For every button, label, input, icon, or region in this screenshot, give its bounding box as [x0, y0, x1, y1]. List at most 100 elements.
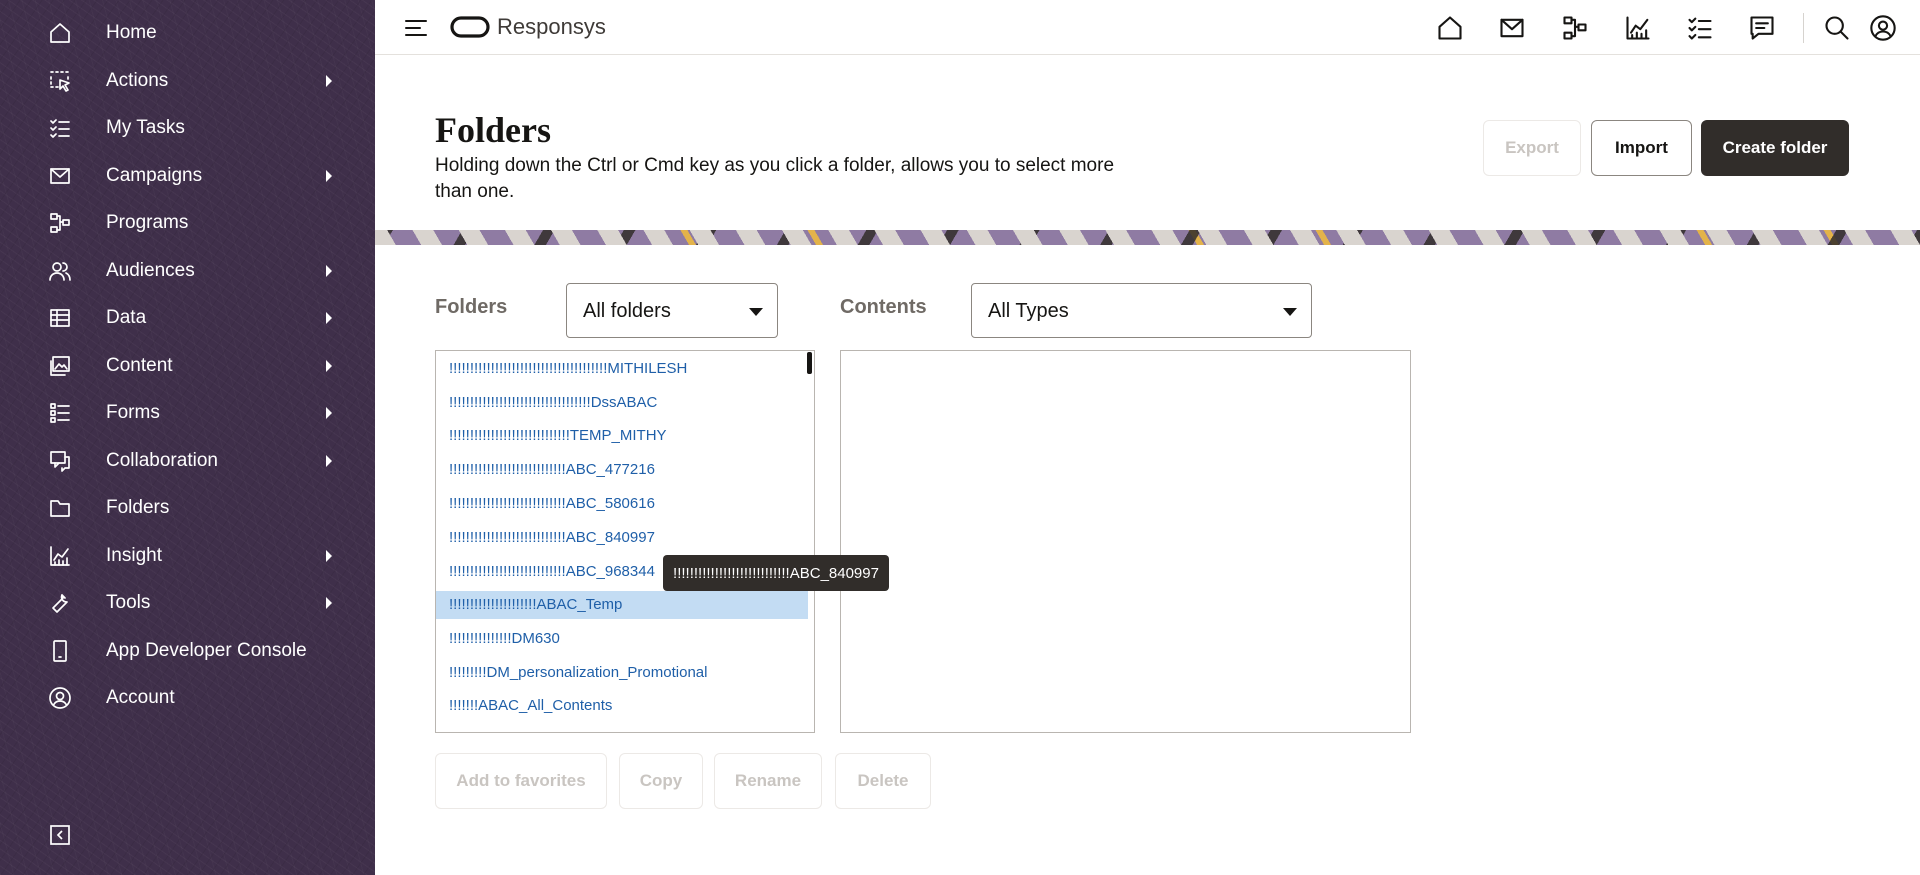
- submenu-arrow-icon: [326, 265, 332, 277]
- hamburger-menu-icon[interactable]: [403, 15, 429, 41]
- sidebar-item-label: Forms: [106, 402, 160, 423]
- mobile-device-icon: [46, 637, 74, 665]
- sidebar-item-label: Account: [106, 687, 175, 708]
- folder-list-item[interactable]: !!!!!!!ABAC_All_Contents: [436, 692, 808, 720]
- folder-icon: [46, 494, 74, 522]
- tasks-icon: [46, 114, 74, 142]
- sidebar-item-app-developer-console[interactable]: App Developer Console: [0, 628, 375, 674]
- folder-tooltip: !!!!!!!!!!!!!!!!!!!!!!!!!!!!ABC_840997: [663, 555, 889, 591]
- home-icon[interactable]: [1435, 13, 1465, 43]
- sidebar-item-label: Audiences: [106, 260, 195, 281]
- top-header: Responsys: [375, 0, 1920, 55]
- copy-button[interactable]: Copy: [619, 753, 703, 809]
- sidebar-item-collaboration[interactable]: Collaboration: [0, 438, 375, 484]
- folders-filter-select[interactable]: All folders: [566, 283, 778, 338]
- sidebar-item-label: My Tasks: [106, 117, 185, 138]
- user-profile-icon[interactable]: [1868, 13, 1898, 43]
- sidebar-item-label: Data: [106, 307, 147, 328]
- folder-list-item-selected[interactable]: !!!!!!!!!!!!!!!!!!!!!ABAC_Temp: [436, 591, 808, 619]
- import-button[interactable]: Import: [1591, 120, 1692, 176]
- sidebar-item-label: Folders: [106, 497, 170, 518]
- folders-list[interactable]: !!!!!!!!!!!!!!!!!!!!!!!!!!!!!!!!!!!!!!MI…: [435, 350, 815, 733]
- contents-type-value: All Types: [988, 300, 1069, 322]
- mail-icon: [46, 162, 74, 190]
- sidebar-item-my-tasks[interactable]: My Tasks: [0, 105, 375, 151]
- collaboration-icon: [46, 447, 74, 475]
- rename-button[interactable]: Rename: [714, 753, 822, 809]
- sidebar-item-campaigns[interactable]: Campaigns: [0, 153, 375, 199]
- export-button[interactable]: Export: [1483, 120, 1581, 176]
- submenu-arrow-icon: [326, 170, 332, 182]
- folders-list-scrollbar[interactable]: [807, 352, 812, 374]
- sidebar-item-programs[interactable]: Programs: [0, 200, 375, 246]
- folder-list-item[interactable]: !!!!!!!!!!!!!!!!!!!!!!!!!!!!ABC_840997: [436, 524, 808, 552]
- sidebar-item-folders[interactable]: Folders: [0, 485, 375, 531]
- collapse-sidebar-icon[interactable]: [48, 823, 72, 847]
- submenu-arrow-icon: [326, 455, 332, 467]
- delete-button[interactable]: Delete: [835, 753, 931, 809]
- submenu-arrow-icon: [326, 312, 332, 324]
- insight-chart-icon[interactable]: [1623, 13, 1653, 43]
- sidebar-item-label: Campaigns: [106, 165, 203, 186]
- caret-down-icon: [1283, 308, 1297, 316]
- folders-filter-label: Folders: [435, 296, 508, 318]
- chat-icon[interactable]: [1747, 13, 1777, 43]
- sidebar-item-forms[interactable]: Forms: [0, 390, 375, 436]
- contents-type-select[interactable]: All Types: [971, 283, 1312, 338]
- folder-list-item[interactable]: !!!!!!!!!!!!!!!DM630: [436, 625, 808, 653]
- sidebar-item-label: App Developer Console: [106, 640, 307, 661]
- sidebar-item-actions[interactable]: Actions: [0, 58, 375, 104]
- search-icon[interactable]: [1822, 13, 1852, 43]
- programs-icon: [46, 209, 74, 237]
- submenu-arrow-icon: [326, 550, 332, 562]
- actions-icon: [46, 67, 74, 95]
- sidebar-item-home[interactable]: Home: [0, 10, 375, 56]
- submenu-arrow-icon: [326, 597, 332, 609]
- home-icon: [46, 19, 74, 47]
- add-to-favorites-button[interactable]: Add to favorites: [435, 753, 607, 809]
- sidebar-item-label: Home: [106, 22, 157, 43]
- oracle-logo: [450, 15, 490, 39]
- folder-list-item[interactable]: !!!!!!!!!!!!!!!!!!!!!!!!!!!!!!!!!!!!!!MI…: [436, 355, 808, 383]
- sidebar-item-data[interactable]: Data: [0, 295, 375, 341]
- programs-icon[interactable]: [1560, 13, 1590, 43]
- sidebar-nav: Home Actions My Tasks Campaigns Programs…: [0, 0, 375, 875]
- wrench-icon: [46, 589, 74, 617]
- tasks-icon[interactable]: [1685, 13, 1715, 43]
- page-description: Holding down the Ctrl or Cmd key as you …: [435, 155, 1115, 202]
- sidebar-item-insight[interactable]: Insight: [0, 533, 375, 579]
- mail-icon[interactable]: [1497, 13, 1527, 43]
- sidebar-item-tools[interactable]: Tools: [0, 580, 375, 626]
- sidebar-item-account[interactable]: Account: [0, 675, 375, 721]
- create-folder-button[interactable]: Create folder: [1701, 120, 1849, 176]
- submenu-arrow-icon: [326, 75, 332, 87]
- account-icon: [46, 684, 74, 712]
- contents-list[interactable]: [840, 350, 1411, 733]
- sidebar-item-label: Actions: [106, 70, 169, 91]
- folder-list-item[interactable]: !!!!!!!!!DM_personalization_Promotional: [436, 659, 808, 687]
- brand-name: Responsys: [497, 14, 606, 39]
- folder-list-item[interactable]: !!!!!!!!!!!!!!!!!!!!!!!!!!!!ABC_477216: [436, 456, 808, 484]
- folder-list-item[interactable]: !!!!!!!!!!!!!!!!!!!!!!!!!!!!ABC_580616: [436, 490, 808, 518]
- sidebar-item-content[interactable]: Content: [0, 343, 375, 389]
- page-title: Folders: [435, 110, 551, 150]
- decorative-banner: [375, 230, 1920, 245]
- sidebar-item-audiences[interactable]: Audiences: [0, 248, 375, 294]
- submenu-arrow-icon: [326, 407, 332, 419]
- sidebar-item-label: Content: [106, 355, 173, 376]
- folders-filter-value: All folders: [583, 300, 671, 322]
- sidebar-item-label: Insight: [106, 545, 162, 566]
- sidebar-item-label: Tools: [106, 592, 151, 613]
- sidebar-item-label: Programs: [106, 212, 189, 233]
- audiences-icon: [46, 257, 74, 285]
- contents-filter-label: Contents: [840, 296, 927, 318]
- forms-icon: [46, 399, 74, 427]
- header-divider: [1803, 13, 1804, 43]
- content-image-icon: [46, 352, 74, 380]
- sidebar-item-label: Collaboration: [106, 450, 218, 471]
- folder-list-item[interactable]: !!!!!!!!!!!!!!!!!!!!!!!!!!!!!!!!!!DssABA…: [436, 389, 808, 417]
- folder-list-item[interactable]: !!!!!!!!!!!!!!!!!!!!!!!!!!!!!TEMP_MITHY: [436, 422, 808, 450]
- caret-down-icon: [749, 308, 763, 316]
- submenu-arrow-icon: [326, 360, 332, 372]
- insight-chart-icon: [46, 542, 74, 570]
